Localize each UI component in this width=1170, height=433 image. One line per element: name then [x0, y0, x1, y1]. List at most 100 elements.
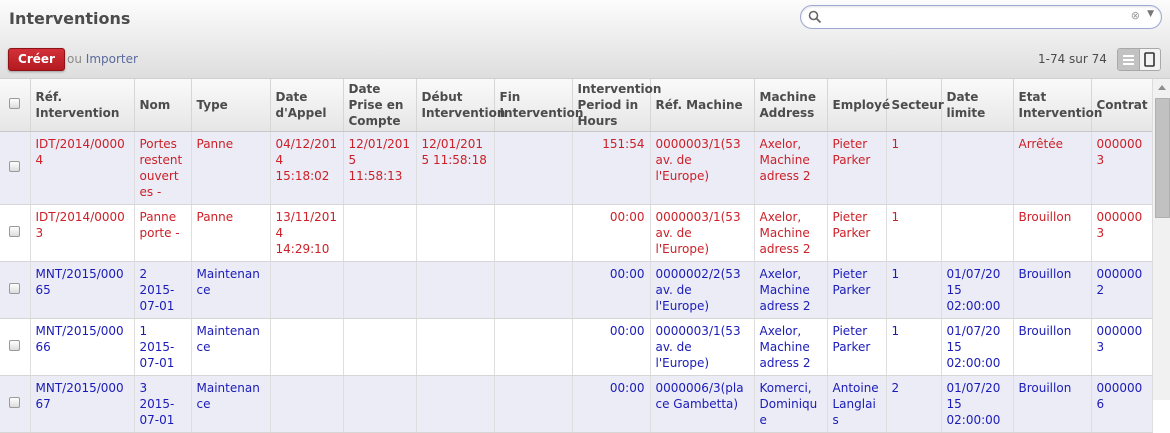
- row-checkbox[interactable]: [9, 283, 21, 294]
- search-box[interactable]: ⊗ ▼: [800, 5, 1162, 29]
- table-cell: Panne: [191, 204, 271, 262]
- table-cell: Brouillon: [1013, 204, 1092, 262]
- scroll-up-icon[interactable]: [1158, 85, 1166, 90]
- table-cell: 01/07/2015 02:00:00: [941, 375, 1014, 433]
- clear-search-icon[interactable]: ⊗: [1131, 9, 1140, 22]
- table-cell: Axelor, Machine adress 2: [754, 318, 828, 376]
- table-cell: 0000003: [1091, 318, 1153, 376]
- table-cell: Axelor, Machine adress 2: [754, 204, 828, 262]
- table-cell: Brouillon: [1013, 375, 1092, 433]
- vertical-scrollbar[interactable]: [1152, 79, 1170, 400]
- table-cell: [343, 318, 417, 376]
- table-cell: Pieter Parker: [827, 204, 887, 262]
- table-row[interactable]: MNT/2015/00066 1 2015-07-01 Maintenance 00:…: [0, 318, 1153, 376]
- search-icon: [808, 10, 822, 24]
- table-cell: 2: [886, 375, 942, 433]
- interventions-table: Réf. Intervention Nom Type Date d'Appel Date…: [0, 79, 1153, 433]
- row-checkbox-cell[interactable]: [0, 375, 31, 433]
- table-cell: 0000003/1(53 av. de l'Europe): [650, 204, 755, 262]
- row-checkbox[interactable]: [9, 226, 21, 237]
- table-cell: [343, 375, 417, 433]
- column-header-8[interactable]: Réf. Machine: [650, 79, 755, 132]
- column-header-0[interactable]: Réf. Intervention: [30, 79, 135, 132]
- table-cell: 04/12/2014 15:18:02: [270, 131, 344, 205]
- table-cell: 0000006/3(place Gambetta): [650, 375, 755, 433]
- column-header-5[interactable]: Début Intervention: [416, 79, 505, 132]
- table-cell: 01/07/2015 02:00:00: [941, 318, 1014, 376]
- table-cell: MNT/2015/00067: [30, 375, 135, 433]
- table-cell: Arrêtée: [1013, 131, 1092, 205]
- table-cell: 00:00: [572, 261, 651, 319]
- table-cell: [343, 261, 417, 319]
- search-input[interactable]: [825, 8, 1119, 26]
- table-cell: 1: [886, 261, 942, 319]
- column-header-11[interactable]: Secteur: [886, 79, 944, 132]
- column-header-1[interactable]: Nom: [134, 79, 192, 132]
- column-header-14[interactable]: Contrat: [1091, 79, 1153, 132]
- table-row[interactable]: MNT/2015/00065 2 2015-07-01 Maintenance 00:…: [0, 261, 1153, 319]
- table-cell: 0000002/2(53 av. de l'Europe): [650, 261, 755, 319]
- select-all-checkbox[interactable]: [9, 98, 21, 109]
- column-header-9[interactable]: Machine Address: [754, 79, 828, 132]
- pager-value[interactable]: 1-74 sur 74: [1038, 52, 1107, 66]
- table-cell: Axelor, Machine adress 2: [754, 261, 828, 319]
- table-cell: MNT/2015/00065: [30, 261, 135, 319]
- import-link[interactable]: Importer: [86, 52, 138, 66]
- table-cell: 01/07/2015 02:00:00: [941, 261, 1014, 319]
- table-row[interactable]: MNT/2015/00067 3 2015-07-01 Maintenance 00:…: [0, 375, 1153, 433]
- row-checkbox[interactable]: [9, 397, 21, 408]
- column-header-2[interactable]: Type: [191, 79, 271, 132]
- row-checkbox[interactable]: [9, 161, 21, 172]
- column-header-10[interactable]: Employé: [827, 79, 890, 132]
- table-cell: 13/11/2014 14:29:10: [270, 204, 344, 262]
- table-cell: 00:00: [572, 318, 651, 376]
- table-cell: Maintenance: [191, 261, 271, 319]
- list-view-button[interactable]: [1118, 49, 1140, 70]
- table-cell: [270, 261, 344, 319]
- create-button[interactable]: Créer: [8, 48, 65, 71]
- table-row[interactable]: IDT/2014/00003 Panne porte - Panne 13/11/20…: [0, 204, 1153, 262]
- table-cell: 1: [886, 204, 942, 262]
- table-cell: [343, 204, 417, 262]
- row-checkbox-cell[interactable]: [0, 131, 31, 205]
- select-all-checkbox-cell[interactable]: [0, 79, 31, 132]
- table-cell: Brouillon: [1013, 318, 1092, 376]
- row-checkbox-cell[interactable]: [0, 204, 31, 262]
- kanban-view-icon: [1144, 52, 1155, 67]
- table-cell: [416, 204, 495, 262]
- table-cell: [416, 375, 495, 433]
- table-cell: 1 2015-07-01: [134, 318, 192, 376]
- table-cell: [494, 261, 573, 319]
- column-header-4[interactable]: Date Prise en Compte: [343, 79, 417, 132]
- scroll-thumb[interactable]: [1155, 98, 1170, 218]
- table-cell: [270, 318, 344, 376]
- table-cell: [941, 204, 1014, 262]
- table-cell: Maintenance: [191, 375, 271, 433]
- view-switcher: [1117, 48, 1161, 71]
- table-cell: IDT/2014/00004: [30, 131, 135, 205]
- table-cell: IDT/2014/00003: [30, 204, 135, 262]
- column-header-6[interactable]: Fin Intervention: [494, 79, 583, 132]
- list-view-icon: [1123, 55, 1134, 65]
- row-checkbox-cell[interactable]: [0, 261, 31, 319]
- table-cell: 1: [886, 131, 942, 205]
- table-cell: 0000003: [1091, 204, 1153, 262]
- row-checkbox[interactable]: [9, 340, 21, 351]
- column-header-7[interactable]: Intervention Period in Hours: [572, 79, 661, 132]
- or-label: ou: [67, 52, 82, 66]
- column-header-13[interactable]: Etat Intervention: [1013, 79, 1102, 132]
- kanban-view-button[interactable]: [1139, 49, 1160, 70]
- table-header-row: Réf. Intervention Nom Type Date d'Appel Date…: [0, 79, 1153, 132]
- row-checkbox-cell[interactable]: [0, 318, 31, 376]
- table-cell: [270, 375, 344, 433]
- table-cell: [494, 375, 573, 433]
- table-cell: 12/01/2015 11:58:18: [416, 131, 495, 205]
- table-cell: 00:00: [572, 375, 651, 433]
- table-row[interactable]: IDT/2014/00004 Portes restent ouvertes -P…: [0, 131, 1153, 205]
- column-header-12[interactable]: Date limite: [941, 79, 1014, 132]
- table-cell: Komerci, Dominique: [754, 375, 828, 433]
- table-cell: 2 2015-07-01: [134, 261, 192, 319]
- import-link-group: ou Importer: [67, 52, 138, 66]
- column-header-3[interactable]: Date d'Appel: [270, 79, 344, 132]
- search-dropdown-icon[interactable]: ▼: [1147, 9, 1154, 19]
